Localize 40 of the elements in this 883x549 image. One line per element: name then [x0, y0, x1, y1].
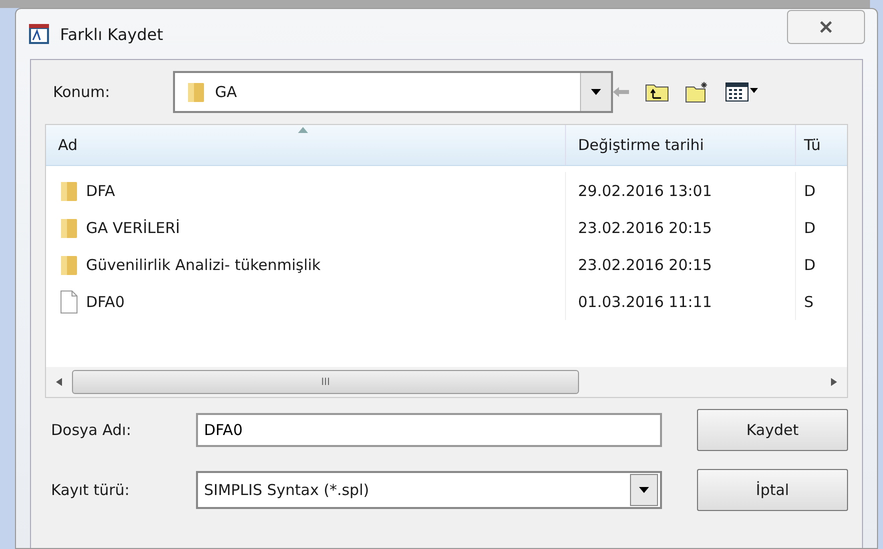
date-cell: 01.03.2016 11:11: [566, 283, 796, 320]
location-dropdown[interactable]: GA: [173, 71, 613, 113]
close-icon: [819, 21, 833, 33]
file-name[interactable]: DFA0: [86, 292, 125, 310]
table-cell-text: D: [803, 180, 817, 202]
file-type-dropdown[interactable]: SIMPLIS Syntax (*.spl): [196, 471, 662, 509]
column-header[interactable]: Değiştirme tarihi: [566, 125, 796, 165]
scroll-left-icon[interactable]: [56, 378, 62, 386]
folder-icon: [60, 254, 78, 276]
folder-icon: [60, 180, 78, 202]
app-icon: [28, 23, 50, 45]
file-name[interactable]: GA VERİLERİ: [86, 218, 180, 236]
view-menu-icon[interactable]: [725, 82, 759, 102]
table-cell-text: S: [803, 292, 815, 312]
date-cell: 23.02.2016 20:15: [566, 209, 796, 246]
save-button[interactable]: Kaydet: [697, 409, 848, 451]
file-name[interactable]: Güvenilirlik Analizi- tükenmişlik: [86, 256, 321, 274]
column-header[interactable]: Tü: [796, 125, 847, 165]
horizontal-scrollbar[interactable]: III: [46, 367, 847, 397]
date-cell: 23.02.2016 20:15: [566, 246, 796, 283]
cancel-button[interactable]: İptal: [697, 469, 848, 511]
file-type-label: Kayıt türü:: [50, 481, 131, 499]
folder-up-icon[interactable]: [645, 82, 669, 102]
file-name-field[interactable]: DFA0: [196, 413, 662, 447]
file-name-label: Dosya Adı:: [50, 421, 132, 439]
location-label: Konum:: [52, 83, 111, 101]
document-icon: [60, 290, 78, 314]
window-title: Farklı Kaydet: [60, 24, 164, 44]
column-header[interactable]: Ad: [46, 125, 566, 165]
table-cell-text: D: [803, 254, 817, 276]
folder-icon: [187, 81, 205, 103]
sort-arrow-icon: [298, 127, 308, 133]
scroll-right-icon[interactable]: [831, 378, 837, 386]
close-button[interactable]: [787, 10, 865, 44]
scroll-thumb[interactable]: III: [72, 370, 579, 394]
date-cell: 29.02.2016 13:01: [566, 172, 796, 209]
file-name[interactable]: DFA: [86, 182, 116, 200]
new-folder-icon[interactable]: [685, 81, 709, 103]
folder-icon: [60, 216, 78, 238]
table-cell-text: D: [803, 218, 817, 238]
